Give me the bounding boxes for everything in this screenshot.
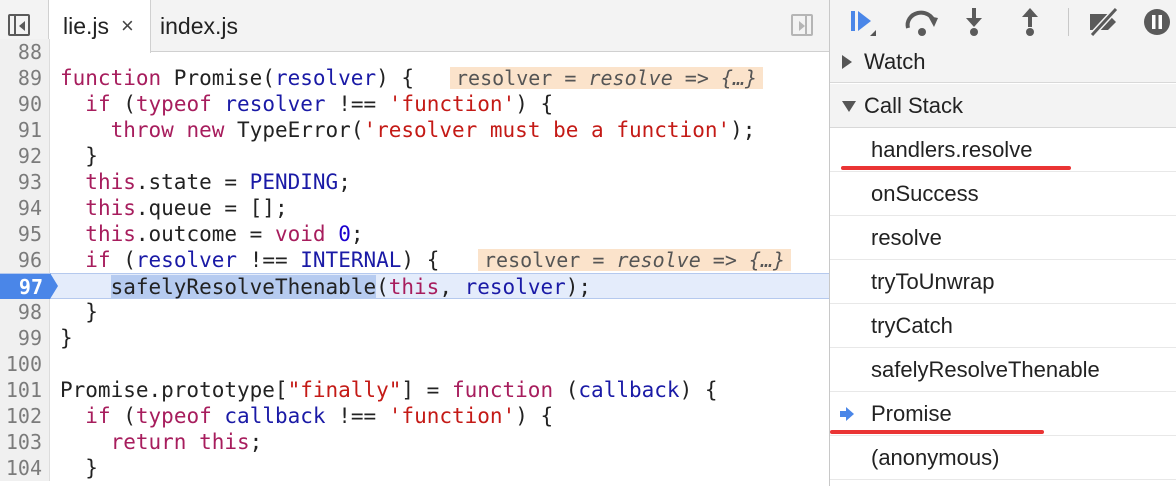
watch-label: Watch: [864, 49, 926, 74]
code-line[interactable]: 99}: [0, 325, 829, 351]
code-line[interactable]: 96 if (resolver !== INTERNAL) { resolver …: [0, 247, 829, 273]
line-number[interactable]: 92: [0, 143, 50, 169]
code-line[interactable]: 98 }: [0, 299, 829, 325]
code-line[interactable]: 91 throw new TypeError('resolver must be…: [0, 117, 829, 143]
code-line[interactable]: 93 this.state = PENDING;: [0, 169, 829, 195]
code-text: }: [60, 144, 98, 168]
line-number[interactable]: 89: [0, 65, 50, 91]
red-underline-annotation: [830, 430, 1044, 434]
frame-label: onSuccess: [871, 181, 979, 206]
pause-on-exceptions-icon[interactable]: [1142, 8, 1172, 36]
code-text: }: [60, 326, 73, 350]
line-number[interactable]: 101: [0, 377, 50, 403]
call-stack-frame[interactable]: resolve: [830, 216, 1176, 260]
call-stack-label: Call Stack: [864, 93, 964, 118]
step-into-icon[interactable]: [962, 8, 986, 36]
code-line[interactable]: 92 }: [0, 143, 829, 169]
code-line[interactable]: 88: [0, 39, 829, 65]
step-out-icon[interactable]: [1018, 8, 1042, 36]
code-line[interactable]: 101 Promise.prototype["finally"] = functi…: [0, 377, 829, 403]
code-text: safelyResolveThenable(this, resolver);: [110, 275, 592, 299]
code-text: this.outcome = void 0;: [85, 222, 364, 246]
call-stack-frame[interactable]: tryToUnwrap: [830, 260, 1176, 304]
code-text: throw new TypeError('resolver must be a …: [110, 118, 756, 142]
frame-label: (anonymous): [871, 445, 1000, 470]
code-line[interactable]: 97 safelyResolveThenable(this, resolver)…: [0, 273, 829, 300]
code-text: this.queue = [];: [85, 196, 288, 220]
line-number[interactable]: 100: [0, 351, 50, 377]
line-number[interactable]: 88: [0, 39, 50, 65]
step-over-icon[interactable]: [904, 8, 940, 36]
call-stack-frame[interactable]: tryCatch: [830, 304, 1176, 348]
line-number[interactable]: 94: [0, 195, 50, 221]
debugger-toolbar: [830, 0, 1176, 44]
hint-variable-name: resolver: [484, 248, 581, 272]
code-text: if (typeof callback !== 'function') {: [85, 404, 554, 428]
code-text: if (typeof resolver !== 'function') {: [85, 92, 554, 116]
line-number[interactable]: 90: [0, 91, 50, 117]
inline-variable-value: resolver = resolve => {…}: [450, 66, 764, 90]
call-stack-frame[interactable]: safelyResolveThenable: [830, 348, 1176, 392]
debugger-sidebar: Watch Call Stack handlers.resolve onSucce…: [829, 0, 1176, 486]
line-number[interactable]: 99: [0, 325, 50, 351]
collapsed-arrow-icon: [842, 55, 852, 69]
execution-pointer-icon: [50, 273, 58, 299]
frame-label: tryToUnwrap: [871, 269, 995, 294]
code-line[interactable]: 95 this.outcome = void 0;: [0, 221, 829, 247]
code-line[interactable]: 102 if (typeof callback !== 'function') …: [0, 403, 829, 429]
hint-equals: =: [580, 248, 617, 272]
hint-variable-value: resolve => {…}: [616, 248, 786, 272]
line-number[interactable]: 93: [0, 169, 50, 195]
code-line[interactable]: 94 this.queue = [];: [0, 195, 829, 221]
expanded-arrow-icon: [842, 101, 856, 112]
line-number[interactable]: 91: [0, 117, 50, 143]
code-text: }: [60, 300, 98, 324]
call-stack-frame[interactable]: onSuccess: [830, 172, 1176, 216]
deactivate-breakpoints-icon[interactable]: [1086, 8, 1122, 36]
code-text: function Promise(resolver) {: [60, 66, 415, 90]
code-line[interactable]: 104 }: [0, 455, 829, 481]
code-line[interactable]: 100: [0, 351, 829, 377]
code-text: if (resolver !== INTERNAL) {: [85, 248, 440, 272]
toolbar-separator: [1068, 8, 1069, 36]
toggle-debugger-icon[interactable]: [791, 14, 813, 36]
hint-equals: =: [552, 66, 589, 90]
inline-variable-value: resolver = resolve => {…}: [478, 248, 792, 272]
watch-section-header[interactable]: Watch: [830, 41, 1176, 83]
resume-icon[interactable]: [848, 8, 878, 36]
toggle-navigator-icon[interactable]: [8, 14, 30, 36]
call-stack-section-header[interactable]: Call Stack: [830, 84, 1176, 128]
code-line[interactable]: 89 function Promise(resolver) { resolver =…: [0, 65, 829, 91]
red-underline-annotation: [841, 166, 1071, 170]
line-number[interactable]: 98: [0, 299, 50, 325]
current-frame-arrow-icon: [840, 407, 854, 421]
line-number[interactable]: 96: [0, 247, 50, 273]
code-text: this.state = PENDING;: [85, 170, 351, 194]
code-area[interactable]: 88 89 function Promise(resolver) { resolver…: [0, 39, 829, 486]
call-stack-frame[interactable]: (anonymous): [830, 436, 1176, 480]
hint-variable-name: resolver: [456, 66, 553, 90]
line-number[interactable]: 104: [0, 455, 50, 481]
frame-label: resolve: [871, 225, 942, 250]
code-text: }: [60, 456, 98, 480]
code-line[interactable]: 103 return this;: [0, 429, 829, 455]
line-number[interactable]: 102: [0, 403, 50, 429]
code-line[interactable]: 90 if (typeof resolver !== 'function') {: [0, 91, 829, 117]
line-number[interactable]: 95: [0, 221, 50, 247]
frame-label: tryCatch: [871, 313, 953, 338]
code-text: return this;: [110, 430, 263, 454]
hint-variable-value: resolve => {…}: [588, 66, 758, 90]
source-editor: lie.js × index.js 88 89 function Promise(r…: [0, 0, 829, 486]
frame-label: safelyResolveThenable: [871, 357, 1100, 382]
line-number[interactable]: 103: [0, 429, 50, 455]
code-text: Promise.prototype["finally"] = function …: [60, 378, 718, 402]
line-number[interactable]: 97: [0, 274, 50, 300]
